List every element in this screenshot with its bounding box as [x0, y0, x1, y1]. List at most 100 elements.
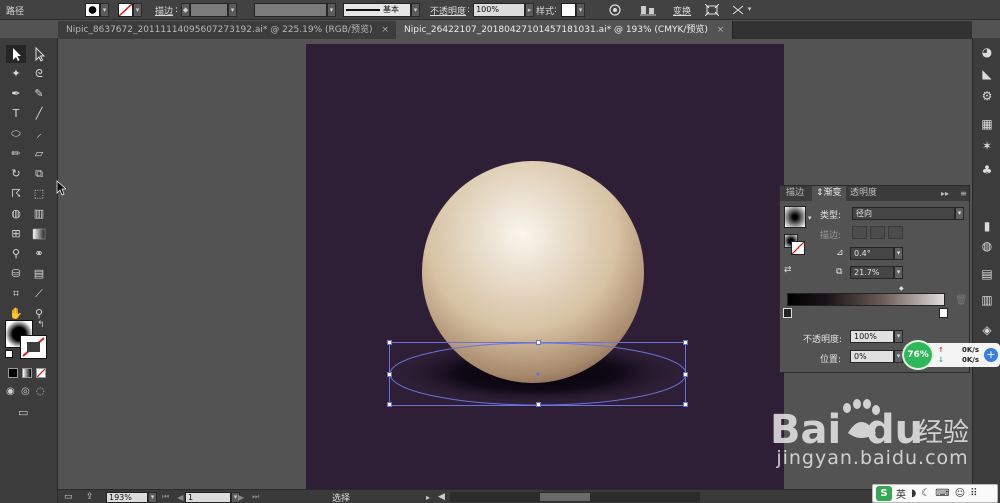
stroke-color-box[interactable]: [20, 335, 47, 359]
doc-tab-2[interactable]: Nipic_26422107_20180427101457181031.ai* …: [396, 21, 734, 39]
artboard-tool-icon[interactable]: ⌗: [6, 285, 26, 303]
scrollbar-thumb[interactable]: [540, 493, 590, 501]
arrange-icon[interactable]: [731, 4, 745, 16]
eraser-icon[interactable]: ▱: [29, 145, 49, 163]
punctuation-icon[interactable]: ◗: [911, 488, 916, 499]
panel-collapse-icon[interactable]: ▸▸: [937, 186, 953, 201]
isolate-icon[interactable]: [705, 4, 719, 16]
handle-top-right[interactable]: [683, 340, 688, 345]
draw-normal-icon[interactable]: ◉: [6, 386, 18, 398]
scrollbar-track[interactable]: [450, 492, 700, 502]
close-icon[interactable]: ×: [717, 25, 725, 35]
keyboard-icon[interactable]: ⌨: [935, 488, 949, 499]
swap-colors-icon[interactable]: ↰: [37, 320, 45, 330]
mesh-icon[interactable]: ⊞: [6, 225, 26, 243]
network-speed-widget[interactable]: ↑ 0K/s ↓ 0K/s + 76%: [902, 340, 1000, 370]
menu-grid-icon[interactable]: ⠿: [970, 488, 977, 499]
symbols-icon[interactable]: ♣: [979, 162, 995, 178]
swatches-icon[interactable]: ▦: [979, 116, 995, 132]
midpoint-diamond-icon[interactable]: ◆: [899, 285, 904, 292]
color-mode-icon[interactable]: [8, 368, 18, 378]
handle-left[interactable]: [387, 372, 392, 377]
align-icon[interactable]: [640, 4, 656, 16]
gradient-slider[interactable]: [787, 293, 945, 306]
opacity-dropdown[interactable]: ▸: [525, 3, 535, 17]
default-colors-icon[interactable]: [5, 350, 13, 358]
symbol-sprayer-icon[interactable]: ⛁: [6, 265, 26, 283]
memory-percent-badge[interactable]: 76%: [902, 340, 934, 370]
none-mode-icon[interactable]: [36, 368, 46, 378]
opacity-link[interactable]: 不透明度: [430, 4, 466, 17]
handle-bottom[interactable]: [536, 402, 541, 407]
draw-behind-icon[interactable]: ◎: [21, 386, 33, 398]
stroke-weight-field[interactable]: [190, 3, 229, 17]
fill-dropdown[interactable]: ▾: [100, 3, 109, 17]
close-icon[interactable]: ×: [381, 25, 389, 35]
zoom-dropdown[interactable]: ▾: [148, 491, 157, 503]
recolor-artwork-icon[interactable]: [609, 4, 621, 16]
next-artboard-icon[interactable]: ▶: [238, 493, 244, 502]
stroke-swatch[interactable]: [118, 3, 133, 17]
free-transform-icon[interactable]: ⬚: [29, 185, 49, 203]
scale-icon[interactable]: ⧉: [29, 165, 49, 183]
align-panel-icon[interactable]: ▥: [979, 292, 995, 308]
status-icon-left[interactable]: ▭: [64, 490, 73, 503]
handle-top-left[interactable]: [387, 340, 392, 345]
scroll-left-icon[interactable]: ◀: [438, 490, 445, 503]
eyedropper-icon[interactable]: ⚲: [6, 245, 26, 263]
stroke-within-button[interactable]: [852, 226, 867, 239]
tab-stroke[interactable]: 描边: [782, 186, 808, 201]
aspect-ratio-field[interactable]: 21.7%: [850, 266, 894, 279]
warp-icon[interactable]: ☈: [6, 185, 26, 203]
variable-width-dropdown[interactable]: ▾: [327, 3, 336, 17]
tab-gradient[interactable]: ⇕渐变: [812, 186, 846, 201]
shape-builder-icon[interactable]: ◍: [6, 205, 26, 223]
brush-definition-dropdown[interactable]: ▾: [411, 3, 420, 17]
type-tool-icon[interactable]: T: [6, 105, 26, 123]
gradient-stop-white[interactable]: [939, 308, 948, 318]
pen-tool-icon[interactable]: ✒: [6, 85, 26, 103]
handle-top[interactable]: [536, 340, 541, 345]
pencil-icon[interactable]: ✏: [6, 145, 26, 163]
prev-artboard-icon[interactable]: ◀: [177, 493, 183, 502]
zoom-field[interactable]: 193%: [106, 491, 148, 503]
moon-icon[interactable]: ☾: [921, 488, 930, 499]
blend-icon[interactable]: ⚭: [29, 245, 49, 263]
opacity-field[interactable]: 100%: [473, 3, 526, 17]
ellipse-tool-icon[interactable]: ⬭: [6, 125, 26, 143]
curvature-icon[interactable]: ✎: [29, 85, 49, 103]
reverse-gradient-icon[interactable]: ⇄: [784, 265, 798, 275]
graphic-styles-icon[interactable]: ▤: [979, 266, 995, 282]
screen-mode-icon[interactable]: ▭: [18, 406, 36, 419]
handle-bottom-right[interactable]: [683, 402, 688, 407]
artboard-number-field[interactable]: 1: [185, 491, 231, 503]
stroke-dropdown[interactable]: ▾: [133, 3, 142, 17]
color-panel-icon[interactable]: ◕: [979, 44, 995, 60]
paintbrush-icon[interactable]: ⸝: [29, 125, 49, 143]
aspect-ratio-dropdown[interactable]: ▾: [894, 266, 903, 279]
artboard-nav-next[interactable]: ▶ ⏭: [238, 490, 259, 503]
variable-width-field[interactable]: [254, 3, 327, 17]
horizontal-scrollbar[interactable]: [450, 490, 700, 503]
transparency-panel-icon[interactable]: ◍: [979, 238, 995, 254]
graphic-style-dropdown[interactable]: ▾: [576, 3, 586, 17]
panel-menu-icon[interactable]: ≡: [956, 186, 971, 201]
selection-tool-icon[interactable]: [6, 45, 26, 63]
direct-selection-tool-icon[interactable]: [29, 45, 49, 63]
artboard-nav-prev[interactable]: ⏮ ◀: [162, 490, 183, 503]
handle-bottom-left[interactable]: [387, 402, 392, 407]
stroke-link[interactable]: 描边: [155, 4, 173, 17]
delete-stop-icon[interactable]: 🗑: [955, 295, 968, 306]
stop-opacity-field[interactable]: 100%: [850, 330, 894, 343]
appearance-icon[interactable]: ⚙: [979, 88, 995, 104]
brushes-icon[interactable]: ✶: [979, 138, 995, 154]
tab-transparency[interactable]: 透明度: [846, 186, 881, 201]
first-artboard-icon[interactable]: ⏮: [162, 492, 169, 502]
angle-field[interactable]: 0.4°: [850, 247, 894, 260]
gradient-type-select[interactable]: 径向: [852, 207, 955, 220]
handle-right[interactable]: [683, 372, 688, 377]
status-arrow-icon[interactable]: ▸: [426, 490, 430, 503]
gradient-preview-swatch[interactable]: [784, 206, 806, 228]
graphic-style-swatch[interactable]: [561, 3, 577, 17]
arrange-dropdown[interactable]: ▾: [745, 3, 754, 17]
